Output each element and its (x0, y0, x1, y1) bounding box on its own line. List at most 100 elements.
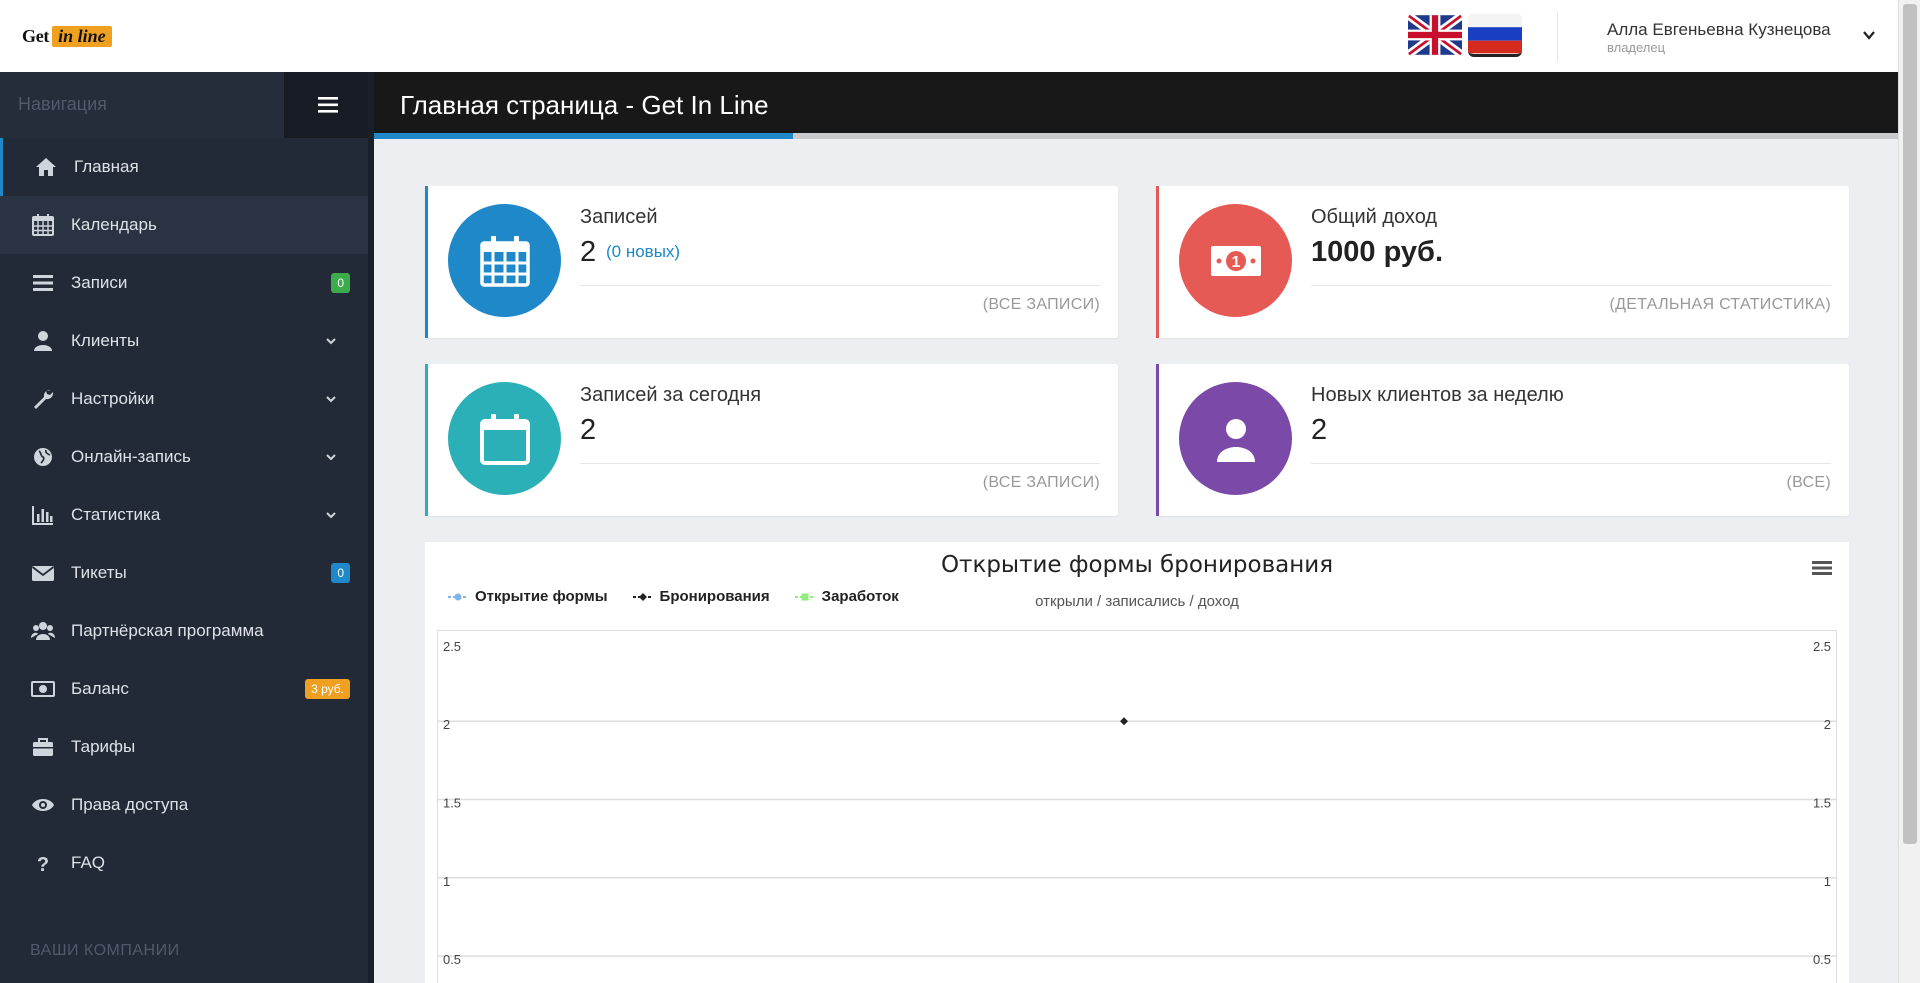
sidebar-item-records[interactable]: Записи 0 (0, 254, 374, 312)
sidebar-item-partner-program[interactable]: Партнёрская программа (0, 602, 374, 660)
all-records-link[interactable]: (ВСЕ ЗАПИСИ) (983, 474, 1100, 492)
eye-icon (30, 793, 56, 817)
envelope-icon (30, 561, 56, 585)
sidebar-item-online-booking[interactable]: Онлайн-запись (0, 428, 374, 486)
card-accent-bar (1156, 364, 1159, 516)
page-scrollbar[interactable] (1898, 0, 1920, 983)
income-card-circle: 1 (1179, 204, 1292, 317)
sidebar-item-access-rights[interactable]: Права доступа (0, 776, 374, 834)
sidebar-item-label: Клиенты (71, 331, 140, 350)
legend-item-bookings[interactable]: Бронирования (632, 588, 770, 605)
sidebar-toggle-button[interactable] (284, 72, 374, 138)
card-title: Новых клиентов за неделю (1311, 384, 1564, 406)
records-card: Записей 2 (0 новых) (ВСЕ ЗАПИСИ) (425, 186, 1118, 338)
menu-icon (318, 97, 338, 113)
chevron-down-icon (326, 512, 336, 519)
top-header: Get in line Алла Евгеньевна Кузнецова вл… (0, 0, 1898, 72)
sidebar-item-label: Календарь (71, 215, 157, 234)
sidebar-item-home[interactable]: Главная (0, 138, 374, 196)
bar-chart-icon (30, 503, 56, 527)
users-icon (30, 619, 56, 643)
user-icon (1216, 418, 1255, 462)
legend-label: Бронирования (659, 588, 770, 605)
legend-marker-icon (448, 593, 468, 600)
card-divider (1311, 463, 1831, 464)
calendar-icon (479, 235, 530, 287)
legend-marker-icon (794, 593, 815, 600)
sidebar-item-calendar[interactable]: Календарь (0, 196, 374, 254)
english-flag[interactable] (1408, 13, 1462, 57)
sidebar-item-tickets[interactable]: Тикеты 0 (0, 544, 374, 602)
sidebar-item-clients[interactable]: Клиенты (0, 312, 374, 370)
wrench-icon (30, 387, 56, 411)
money-icon: 1 (1210, 245, 1261, 276)
card-accent-bar (425, 186, 428, 338)
today-card-circle (448, 382, 561, 495)
all-records-link[interactable]: (ВСЕ ЗАПИСИ) (983, 296, 1100, 314)
app-logo[interactable]: Get in line (22, 26, 112, 47)
legend-item-form-opens[interactable]: Открытие формы (447, 588, 608, 605)
page-title: Главная страница - Get In Line (400, 90, 769, 120)
card-title: Общий доход (1311, 206, 1438, 228)
russian-flag[interactable] (1468, 13, 1522, 57)
y-tick-label-right: 0.5 (1813, 952, 1831, 967)
chevron-down-icon (326, 454, 336, 461)
legend-label: Заработок (821, 588, 899, 605)
scrollbar-thumb[interactable] (1903, 4, 1917, 844)
sidebar-item-label: Тарифы (71, 737, 136, 756)
y-tick-label-right: 1.5 (1813, 796, 1831, 811)
calendar-empty-icon (479, 413, 530, 465)
sidebar-item-label: FAQ (71, 853, 106, 872)
y-tick-label-right: 1 (1824, 874, 1831, 889)
briefcase-icon (30, 735, 56, 759)
sidebar-title: Навигация (18, 94, 107, 114)
sidebar-header: Навигация (0, 72, 374, 138)
card-divider (580, 285, 1100, 286)
booking-chart-panel: Открытие формы бронирования открыли / за… (425, 542, 1849, 983)
logo-get: Get (22, 26, 50, 46)
sidebar-item-label: Партнёрская программа (71, 621, 264, 640)
sidebar-item-label: Главная (74, 157, 139, 176)
legend-item-earnings[interactable]: Заработок (794, 588, 899, 605)
sidebar-item-label: Тикеты (71, 563, 127, 582)
clients-card-circle (1179, 382, 1292, 495)
chart-menu-icon[interactable] (1812, 560, 1832, 576)
sidebar-item-label: Баланс (71, 679, 129, 698)
total-income-card: 1 Общий доход 1000 руб. (ДЕТАЛЬНАЯ СТАТИ… (1156, 186, 1849, 338)
y-tick-label-left: 0.5 (443, 952, 461, 967)
sidebar-edge (368, 72, 374, 983)
card-value: 2 (580, 414, 597, 446)
sidebar-item-tariffs[interactable]: Тарифы (0, 718, 374, 776)
sidebar-item-faq[interactable]: ? FAQ (0, 834, 374, 892)
data-point-bookings[interactable] (1120, 717, 1129, 726)
detailed-stats-link[interactable]: (ДЕТАЛЬНАЯ СТАТИСТИКА) (1609, 296, 1831, 314)
sidebar-item-settings[interactable]: Настройки (0, 370, 374, 428)
page-progress-fill (374, 133, 794, 139)
balance-badge: 3 руб. (305, 679, 350, 699)
chart-title: Открытие формы бронирования (940, 552, 1334, 578)
all-clients-link[interactable]: (ВСЕ) (1786, 474, 1831, 492)
sidebar-item-balance[interactable]: Баланс 3 руб. (0, 660, 374, 718)
new-clients-card: Новых клиентов за неделю 2 (ВСЕ) (1156, 364, 1849, 516)
today-records-card: Записей за сегодня 2 (ВСЕ ЗАПИСИ) (425, 364, 1118, 516)
sidebar-item-label: Права доступа (71, 795, 189, 814)
records-count-badge: 0 (331, 273, 350, 293)
chevron-down-icon[interactable] (1862, 28, 1876, 42)
chart-legend: Открытие формы Бронирования Заработок (447, 588, 899, 605)
companies-section-label: ВАШИ КОМПАНИИ (30, 942, 180, 959)
user-icon (30, 329, 56, 353)
header-divider (1557, 12, 1558, 62)
list-icon (30, 271, 56, 295)
card-value: 2 (580, 236, 597, 268)
money-icon (30, 677, 56, 701)
chevron-down-icon (326, 338, 336, 345)
sidebar-item-statistics[interactable]: Статистика (0, 486, 374, 544)
card-divider (1311, 285, 1831, 286)
y-tick-label-right: 2.5 (1813, 639, 1831, 654)
card-title: Записей за сегодня (580, 384, 762, 406)
card-value: 2 (1311, 414, 1328, 446)
user-name[interactable]: Алла Евгеньевна Кузнецова (1607, 20, 1831, 40)
y-tick-label-left: 1 (443, 874, 450, 889)
new-records-link[interactable]: (0 новых) (606, 242, 680, 262)
legend-marker-icon (632, 592, 653, 601)
